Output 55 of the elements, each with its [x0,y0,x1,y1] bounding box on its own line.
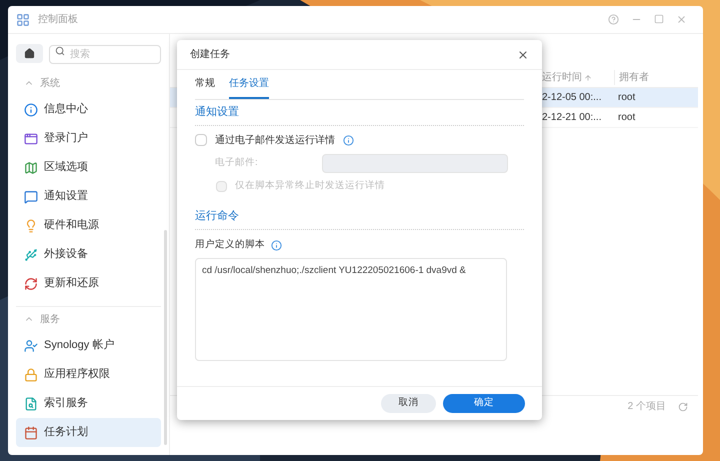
script-field[interactable]: cd /usr/local/shenzhuo;./szclient YU122205021606-1 dva9vd & [195,258,507,361]
checkbox[interactable] [195,134,207,146]
checkbox-label: 仅在脚本异常终止时发送运行详情 [235,178,385,193]
group-title: 系统 [40,76,60,90]
table-cell-text: 2-12-21 00:... [542,111,602,125]
bulb-icon [24,218,38,232]
ok-button[interactable]: 确定 [443,394,525,413]
search-field[interactable]: 搜索 [49,45,161,64]
sidebar-item[interactable]: 信息中心 [16,95,161,124]
map-icon [24,160,38,174]
checkbox-label: 通过电子邮件发送运行详情 [215,134,335,148]
sidebar-item[interactable]: 应用程序权限 [16,360,161,389]
file-search-icon [24,396,38,410]
info-icon[interactable] [271,240,282,250]
field-label: 用户定义的脚本 [195,238,265,252]
tab[interactable]: 任务设置 [229,70,269,99]
section-title: 运行命令 [195,209,239,224]
sidebar-item[interactable]: 通知设置 [16,182,161,211]
info-icon [24,102,38,116]
app-icon [16,12,30,26]
info-icon[interactable] [343,134,354,146]
sidebar-item[interactable]: 区域选项 [16,153,161,182]
usb-icon [24,248,38,262]
tab[interactable]: 常规 [195,70,215,99]
close-icon[interactable] [517,48,529,60]
sidebar-item[interactable]: 任务计划 [16,418,161,447]
cancel-button[interactable]: 取消 [381,394,436,413]
group-title: 服务 [40,312,60,326]
sidebar-item[interactable]: 外接设备 [16,240,161,269]
maximize-icon[interactable] [654,14,664,24]
home-icon [24,48,35,58]
window-title: 控制面板 [38,12,78,27]
help-icon[interactable] [608,14,619,25]
section-title: 通知设置 [195,104,239,120]
user-icon [24,338,38,352]
home-button[interactable] [16,44,43,62]
search-icon [55,46,65,56]
calendar-icon [24,426,38,440]
refresh-icon [24,276,38,290]
field-label: 电子邮件: [215,156,259,170]
item-count: 2 个项目 [628,400,666,414]
sidebar-item[interactable]: 硬件和电源 [16,211,161,240]
table-cell-text: root [617,91,636,105]
window-icon [24,132,38,146]
table-cell-text: root [617,111,636,125]
sort-icon [584,74,592,82]
chat-icon [24,190,38,204]
dialog-title: 创建任务 [190,48,230,62]
sidebar-item[interactable]: 索引服务 [16,389,161,418]
refresh-icon[interactable] [678,402,688,412]
sidebar-item[interactable]: Synology 帐户 [16,331,161,360]
sidebar-item[interactable]: 更新和还原 [16,269,161,298]
table-cell-text: 2-12-05 00:... [542,91,602,105]
lock-icon [24,368,38,382]
sidebar-item[interactable]: 登录门户 [16,124,161,153]
